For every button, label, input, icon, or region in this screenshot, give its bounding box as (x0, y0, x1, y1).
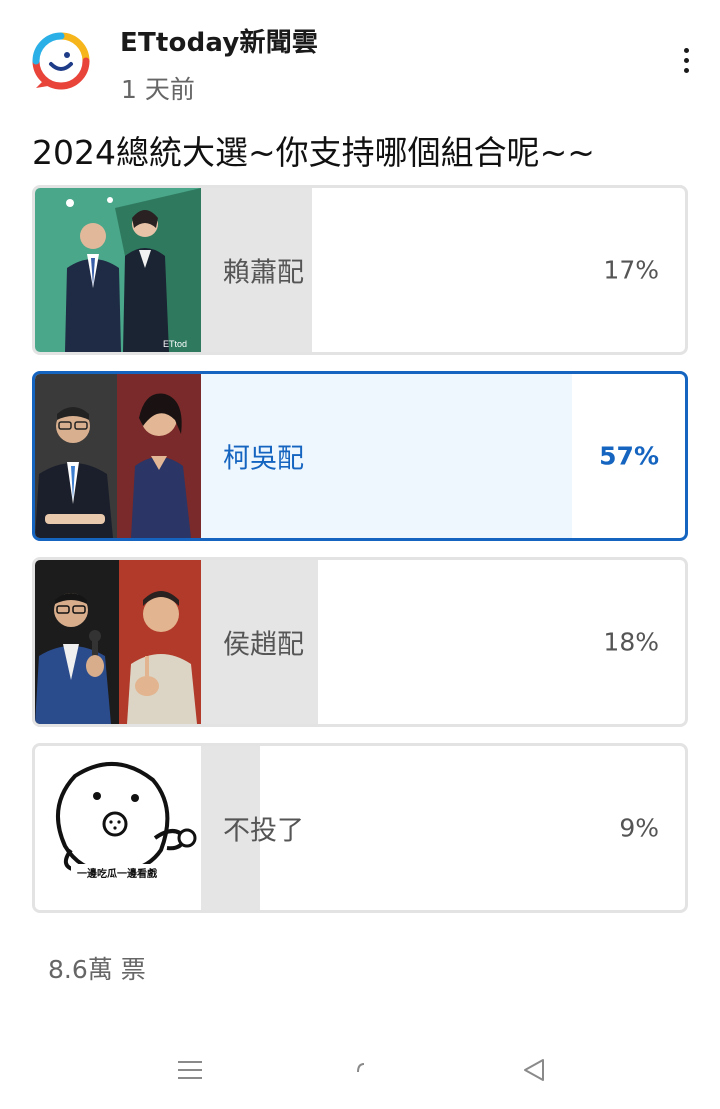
option-label: 賴蕭配 (223, 257, 304, 289)
option-image (35, 374, 201, 538)
option-image: 一邊吃瓜一邊看戲 (35, 746, 201, 910)
more-dot (683, 67, 689, 73)
poll-option-3[interactable]: 侯趙配 18% (32, 557, 688, 727)
ettoday-logo-icon (32, 32, 90, 90)
poll-question: 2024總統大選~你支持哪個組合呢~~ (32, 133, 595, 172)
poll-option-4[interactable]: 一邊吃瓜一邊看戲 不投了 9% (32, 743, 688, 913)
option-image: ETtod (35, 188, 201, 352)
thumb-caption: ETtod (163, 339, 187, 349)
home-button[interactable] (340, 1050, 380, 1090)
poll-option-2[interactable]: 柯吳配 57% (32, 371, 688, 541)
post-header: ETtoday新聞雲 1 天前 (0, 0, 720, 110)
option-label: 侯趙配 (223, 629, 304, 661)
more-options-button[interactable] (668, 42, 704, 78)
vote-count: 8.6萬 票 (48, 955, 146, 984)
option-percent: 17% (603, 255, 659, 285)
home-icon (357, 1063, 365, 1073)
option-label: 不投了 (223, 815, 304, 847)
channel-name[interactable]: ETtoday新聞雲 (120, 22, 318, 59)
channel-avatar[interactable] (32, 32, 90, 90)
more-vertical-icon (683, 47, 689, 53)
post-timestamp: 1 天前 (121, 75, 195, 104)
system-nav-bar (0, 1020, 720, 1109)
option-percent: 57% (599, 441, 659, 471)
more-dot (683, 57, 689, 63)
poll-option-1[interactable]: ETtod 賴蕭配 17% (32, 185, 688, 355)
recent-apps-button[interactable] (170, 1050, 210, 1090)
thumb-caption: 一邊吃瓜一邊看戲 (77, 867, 158, 880)
option-percent: 9% (619, 813, 659, 843)
back-button[interactable] (514, 1050, 554, 1090)
option-percent: 18% (603, 627, 659, 657)
back-icon (524, 1059, 544, 1081)
option-image (35, 560, 201, 724)
recent-apps-icon (178, 1061, 202, 1079)
option-label: 柯吳配 (223, 443, 304, 475)
